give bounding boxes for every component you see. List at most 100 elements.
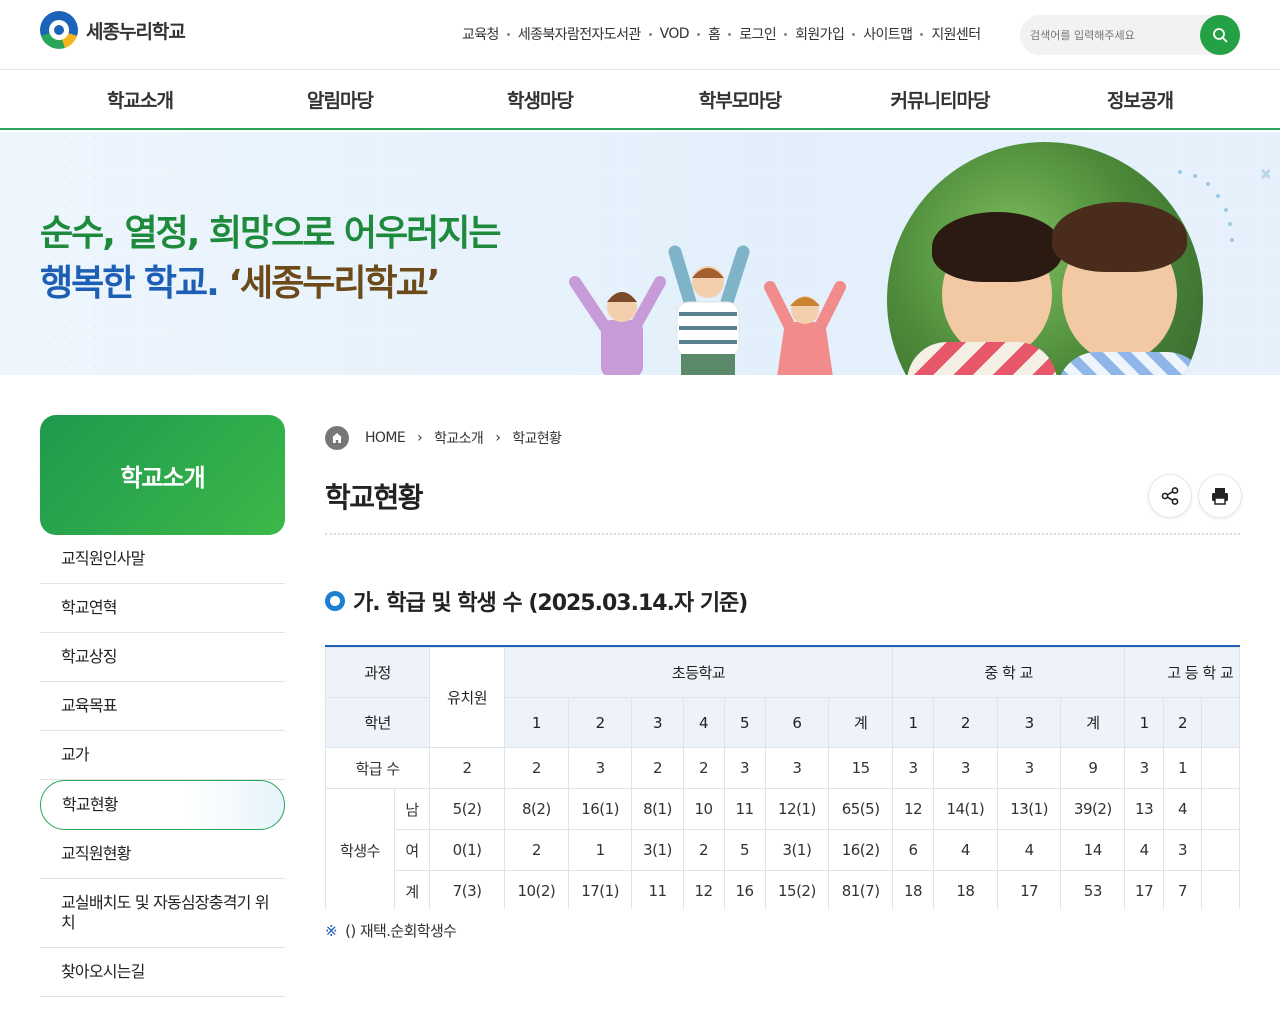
search-button[interactable] (1200, 15, 1240, 55)
sidebar-item-staff[interactable]: 교직원현황 (40, 830, 285, 879)
table-cell: 0(1) (429, 829, 506, 871)
grade-cell: 3 (996, 697, 1062, 748)
nav-student[interactable]: 학생마당 (440, 86, 640, 113)
banner-slogan-line2: 행복한 학교. ‘세종누리학교’ (40, 254, 440, 306)
table-cell: 13(1) (996, 788, 1062, 830)
util-link-home[interactable]: 홈 (708, 24, 721, 44)
table-cell: 13 (1124, 788, 1164, 830)
util-link-library[interactable]: 세종북자람전자도서관 (518, 24, 641, 44)
section-title-text: 가. 학급 및 학생 수 (2025.03.14.자 기준) (353, 591, 748, 616)
chevron-right-icon: › (495, 430, 501, 446)
table-cell: 5(2) (429, 788, 506, 830)
home-icon[interactable] (325, 426, 349, 450)
nav-notice[interactable]: 알림마당 (240, 86, 440, 113)
note-mark: ※ (325, 922, 338, 940)
table-cell: 4 (1124, 829, 1164, 871)
util-link-login[interactable]: 로그인 (739, 24, 776, 44)
table-cell: 17 (996, 870, 1062, 909)
table-cell: 2 (504, 829, 569, 871)
header-course: 과정 (325, 647, 431, 698)
table-row-male: 학생수 남 5(2) 8(2) 16(1) 8(1) 10 11 12(1) 6… (325, 788, 1240, 909)
nav-parent[interactable]: 학부모마당 (640, 86, 840, 113)
grade-cell: 3 (631, 697, 684, 748)
grade-cell: 1 (1124, 697, 1164, 748)
table-row-female: 여 0(1) 2 1 3(1) 2 5 3(1) 16(2) 6 4 4 14 … (326, 829, 1240, 871)
util-link-support[interactable]: 지원센터 (931, 24, 981, 44)
student-count-table-scroll[interactable]: 과정 유치원 초등학교 중 학 교 고 등 학 교 학년 1 2 3 4 5 6… (325, 645, 1240, 909)
table-cell: 39(2) (1060, 788, 1126, 830)
grade-cell: 계 (1060, 697, 1126, 748)
share-button[interactable] (1148, 474, 1192, 518)
site-header: 세종누리학교 교육청 세종북자람전자도서관 VOD 홈 로그인 회원가입 사이트… (0, 0, 1280, 70)
student-count-table: 과정 유치원 초등학교 중 학 교 고 등 학 교 학년 1 2 3 4 5 6… (325, 647, 1240, 909)
table-cell: 16(2) (828, 829, 894, 871)
nav-community[interactable]: 커뮤니티마당 (840, 86, 1040, 113)
header-kindergarten: 유치원 (429, 647, 506, 748)
sidebar-item-history[interactable]: 학교연혁 (40, 584, 285, 633)
table-cell: 65(5) (828, 788, 894, 830)
table-row-classes: 학급 수 2 2 3 2 2 3 3 15 3 3 3 9 3 1 (325, 747, 1240, 789)
sidebar-item-directions[interactable]: 찾아오시는길 (40, 948, 285, 997)
sidebar-item-symbol[interactable]: 학교상징 (40, 633, 285, 682)
table-cell: 3(1) (631, 829, 684, 871)
table-cell: 18 (933, 870, 998, 909)
header-middle: 중 학 교 (892, 647, 1126, 698)
table-cell: 17 (1124, 870, 1164, 909)
table-cell: 3 (764, 747, 830, 789)
row-label-female: 여 (394, 829, 431, 871)
table-cell: 2 (682, 747, 725, 789)
print-button[interactable] (1198, 474, 1242, 518)
sidebar-item-goals[interactable]: 교육목표 (40, 682, 285, 731)
grade-cell: 2 (933, 697, 998, 748)
table-cell (1201, 870, 1240, 909)
breadcrumb-home[interactable]: HOME (365, 430, 406, 446)
grade-cell: 5 (723, 697, 766, 748)
table-cell: 7 (1162, 870, 1203, 909)
sidebar-item-layout[interactable]: 교실배치도 및 자동심장충격기 위치 (40, 879, 285, 948)
util-link-sitemap[interactable]: 사이트맵 (863, 24, 913, 44)
table-cell: 18 (892, 870, 935, 909)
row-label-male: 남 (394, 788, 431, 830)
table-cell: 16 (723, 870, 766, 909)
row-label-total: 계 (394, 870, 431, 909)
table-scroll-fade (1240, 645, 1280, 909)
search-box (1020, 15, 1240, 55)
table-row-total: 계 7(3) 10(2) 17(1) 11 12 16 15(2) 81(7) … (326, 870, 1240, 909)
util-link-vod[interactable]: VOD (660, 26, 690, 42)
table-cell: 6 (892, 829, 935, 871)
table-cell: 4 (996, 829, 1062, 871)
breadcrumb: HOME › 학교소개 › 학교현황 (325, 426, 562, 450)
grade-cell: 4 (682, 697, 725, 748)
table-cell: 14 (1060, 829, 1126, 871)
table-cell: 10 (682, 788, 725, 830)
sidebar-item-greeting[interactable]: 교직원인사말 (40, 535, 285, 584)
util-link-join[interactable]: 회원가입 (795, 24, 845, 44)
nav-school-intro[interactable]: 학교소개 (40, 86, 240, 113)
section-title: 가. 학급 및 학생 수 (2025.03.14.자 기준) (325, 585, 748, 617)
table-cell: 12(1) (764, 788, 830, 830)
breadcrumb-section[interactable]: 학교소개 (434, 428, 484, 448)
hero-banner: 순수, 열정, 희망으로 어우러지는 행복한 학교. ‘세종누리학교’ (0, 132, 1280, 375)
grade-cell: 2 (1162, 697, 1203, 748)
grade-cell: 1 (504, 697, 569, 748)
sidebar-item-song[interactable]: 교가 (40, 731, 285, 780)
sidebar-item-status[interactable]: 학교현황 (40, 780, 285, 830)
table-cell: 8(2) (504, 788, 569, 830)
search-input[interactable] (1030, 25, 1200, 45)
table-cell: 11 (631, 870, 684, 909)
table-cell: 2 (429, 747, 506, 789)
util-link-office[interactable]: 교육청 (462, 24, 499, 44)
table-cell (1201, 747, 1240, 789)
table-cell: 9 (1060, 747, 1126, 789)
header-grade: 학년 (325, 697, 431, 748)
site-logo[interactable]: 세종누리학교 (40, 11, 186, 49)
table-cell: 4 (933, 829, 998, 871)
page-title: 학교현황 (325, 481, 424, 514)
table-cell: 15(2) (764, 870, 830, 909)
breadcrumb-current[interactable]: 학교현황 (512, 428, 562, 448)
nav-info-disclosure[interactable]: 정보공개 (1040, 86, 1240, 113)
table-cell: 2 (504, 747, 569, 789)
table-cell: 12 (892, 788, 935, 830)
table-cell (1201, 829, 1240, 871)
grade-cell: 계 (828, 697, 894, 748)
